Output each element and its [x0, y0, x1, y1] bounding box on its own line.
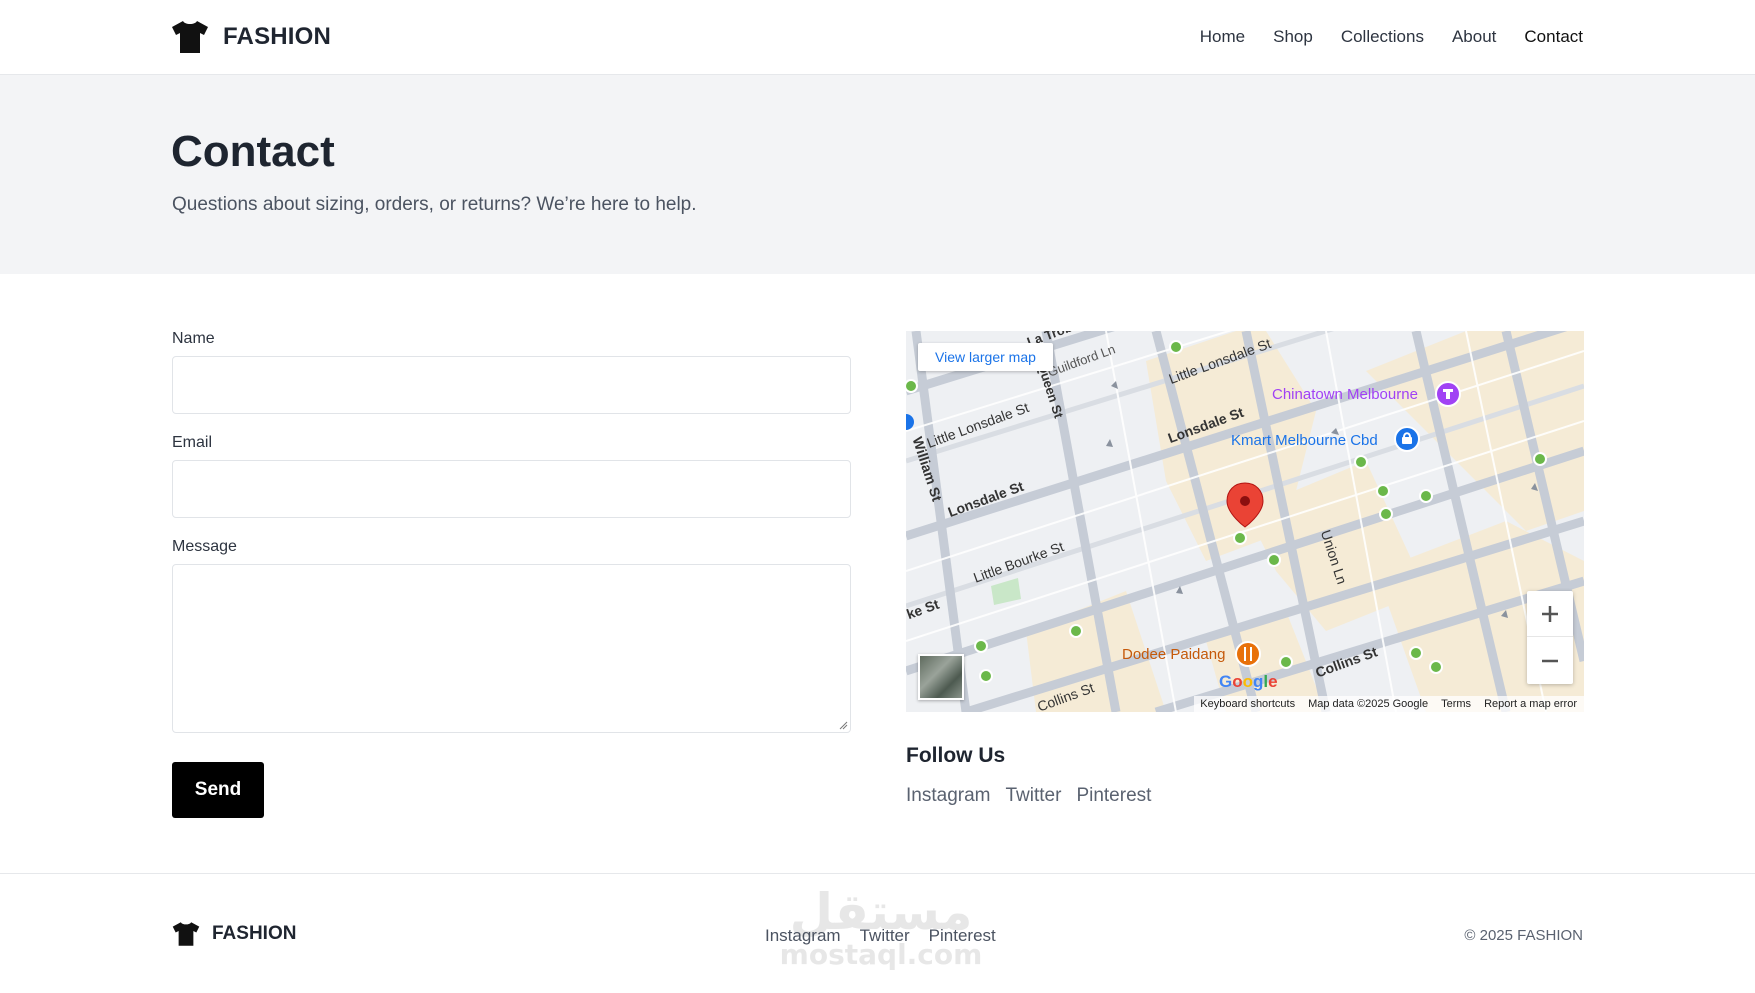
watermark: مستقل mostaql.com — [780, 883, 983, 971]
message-label: Message — [172, 538, 237, 555]
social-link-pinterest[interactable]: Pinterest — [1076, 785, 1151, 807]
footer-social-links: Instagram Twitter Pinterest — [765, 926, 996, 946]
name-input[interactable] — [172, 356, 851, 414]
map-attribution: Keyboard shortcuts Map data ©2025 Google… — [1194, 696, 1584, 712]
brand-logo[interactable]: FASHION — [171, 20, 331, 54]
place-label-dodee-paidang[interactable]: Dodee Paidang — [1122, 646, 1225, 663]
page-subtitle: Questions about sizing, orders, or retur… — [172, 194, 697, 215]
email-label: Email — [172, 434, 213, 451]
zoom-controls — [1527, 591, 1573, 684]
keyboard-shortcuts-link[interactable]: Keyboard shortcuts — [1200, 698, 1295, 710]
site-header: FASHION Home Shop Collections About Cont… — [0, 0, 1755, 75]
footer-link-twitter[interactable]: Twitter — [860, 926, 910, 946]
footer-link-pinterest[interactable]: Pinterest — [929, 926, 996, 946]
google-logo: Google — [1219, 672, 1278, 691]
nav-about[interactable]: About — [1452, 27, 1496, 47]
view-larger-map-link[interactable]: View larger map — [918, 343, 1053, 371]
contact-form: Name Email Message — [172, 330, 851, 733]
place-label-chinatown[interactable]: Chinatown Melbourne — [1272, 386, 1418, 403]
social-link-twitter[interactable]: Twitter — [1005, 785, 1061, 807]
tshirt-icon — [172, 922, 200, 946]
nav-collections[interactable]: Collections — [1341, 27, 1424, 47]
satellite-toggle[interactable] — [918, 654, 964, 700]
message-textarea[interactable] — [172, 564, 851, 733]
plus-icon — [1542, 605, 1558, 622]
page-title: Contact — [171, 127, 335, 176]
social-links: Instagram Twitter Pinterest — [906, 785, 1151, 807]
footer-brand-name: FASHION — [212, 923, 297, 944]
map-data-text: Map data ©2025 Google — [1308, 698, 1429, 710]
footer-link-instagram[interactable]: Instagram — [765, 926, 841, 946]
brand-name: FASHION — [223, 23, 332, 50]
email-input[interactable] — [172, 460, 851, 518]
name-label: Name — [172, 330, 215, 347]
nav-home[interactable]: Home — [1200, 27, 1245, 47]
report-map-error-link[interactable]: Report a map error — [1484, 698, 1577, 710]
resize-grip-icon[interactable] — [839, 721, 848, 730]
tshirt-icon — [172, 21, 208, 53]
hero-section: Contact Questions about sizing, orders, … — [0, 75, 1755, 274]
follow-us-heading: Follow Us — [906, 744, 1006, 767]
zoom-in-button[interactable] — [1527, 591, 1573, 637]
place-label-kmart[interactable]: Kmart Melbourne Cbd — [1231, 432, 1378, 449]
terms-link[interactable]: Terms — [1441, 698, 1471, 710]
footer-brand[interactable]: FASHION — [172, 921, 296, 947]
social-link-instagram[interactable]: Instagram — [906, 785, 990, 807]
site-footer: مستقل mostaql.com FASHION Instagram Twit… — [0, 873, 1755, 993]
zoom-out-button[interactable] — [1527, 638, 1573, 684]
main-nav: Home Shop Collections About Contact — [1200, 27, 1583, 47]
nav-shop[interactable]: Shop — [1273, 27, 1313, 47]
copyright-text: © 2025 FASHION — [1464, 927, 1583, 944]
send-button[interactable]: Send — [172, 762, 264, 818]
map-embed[interactable]: Little Lonsdale St Little Lonsdale St Lo… — [906, 331, 1584, 712]
nav-contact[interactable]: Contact — [1524, 27, 1583, 47]
minus-icon — [1542, 659, 1558, 663]
map-tiles — [906, 331, 1584, 712]
